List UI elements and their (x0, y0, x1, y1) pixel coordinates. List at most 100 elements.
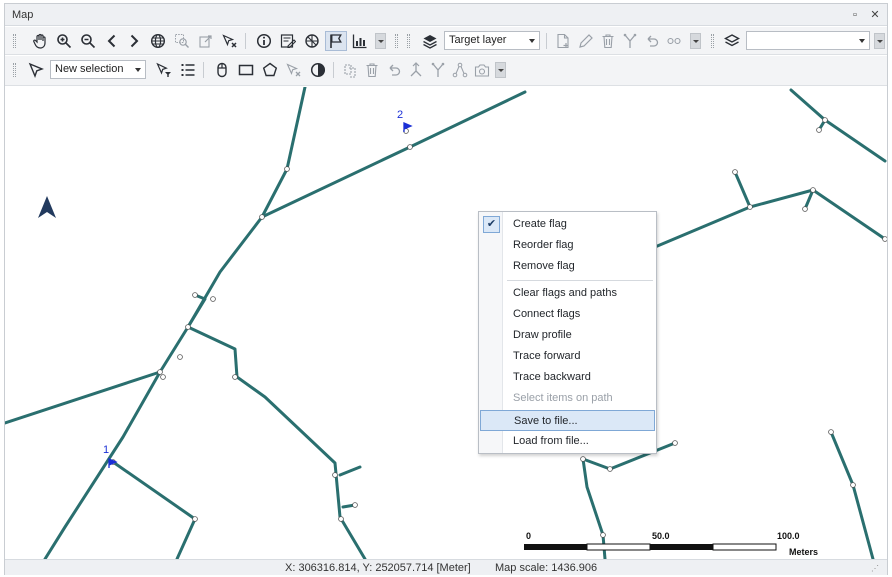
network-node[interactable] (232, 374, 238, 380)
network-node[interactable] (802, 206, 808, 212)
target-layer-select[interactable]: Target layer (444, 31, 540, 50)
network-segment[interactable] (733, 170, 752, 209)
back-icon[interactable] (101, 31, 123, 51)
selection-overflow-dropdown[interactable] (495, 62, 506, 78)
snapshot-icon[interactable] (471, 60, 493, 80)
new-feature-icon[interactable] (552, 31, 574, 51)
layers-icon[interactable] (419, 31, 441, 51)
delete-icon[interactable] (597, 31, 619, 51)
network-node[interactable] (882, 236, 887, 242)
layers-outline-icon[interactable] (721, 31, 743, 51)
zoom-in-icon[interactable] (53, 31, 75, 51)
layer-combo[interactable] (746, 31, 870, 50)
selection-mode-select[interactable]: New selection (50, 60, 146, 79)
vertices-icon[interactable] (663, 31, 685, 51)
network-node[interactable] (747, 204, 753, 210)
toolbar-overflow-dropdown[interactable] (375, 33, 386, 49)
zoom-selection-icon[interactable] (171, 31, 193, 51)
undo-icon[interactable] (641, 31, 663, 51)
delete-selection-icon[interactable] (361, 60, 383, 80)
network-node[interactable] (580, 456, 586, 462)
menu-item-load-from-file[interactable]: Load from file... (480, 431, 655, 452)
mouse-icon[interactable] (211, 60, 233, 80)
menu-item-clear-flags-and-paths[interactable]: Clear flags and paths (480, 283, 655, 304)
undo-selection-icon[interactable] (383, 60, 405, 80)
clear-selection-icon[interactable] (219, 31, 241, 51)
zoom-out-icon[interactable] (77, 31, 99, 51)
network-node[interactable] (828, 429, 834, 435)
flag-tool-icon[interactable] (325, 31, 347, 51)
network-node[interactable] (157, 369, 163, 375)
toolbar-grip[interactable] (395, 34, 398, 48)
select-by-filter-icon[interactable] (153, 60, 175, 80)
network-node[interactable] (810, 187, 816, 193)
topology-icon[interactable] (449, 60, 471, 80)
network-node[interactable] (352, 502, 358, 508)
edit-pencil-icon[interactable] (575, 31, 597, 51)
network-node[interactable] (192, 516, 198, 522)
info-icon[interactable] (253, 31, 275, 51)
map-canvas[interactable]: 0 50.0 100.0 Meters 1 2 (5, 87, 887, 559)
export-selection-icon[interactable] (195, 31, 217, 51)
menu-item-connect-flags[interactable]: Connect flags (480, 304, 655, 325)
network-segment[interactable] (43, 145, 412, 559)
network-node[interactable] (160, 374, 166, 380)
toolbar-grip[interactable] (407, 34, 410, 48)
network-node[interactable] (210, 296, 216, 302)
menu-item-remove-flag[interactable]: Remove flag (480, 256, 655, 277)
close-icon[interactable]: ✕ (867, 7, 883, 23)
network-node[interactable] (816, 127, 822, 133)
chart-icon[interactable] (349, 31, 371, 51)
menu-item-save-to-file[interactable]: Save to file... (480, 410, 655, 431)
copy-icon[interactable] (339, 60, 361, 80)
network-segment[interactable] (260, 87, 307, 219)
menu-item-reorder-flag[interactable]: Reorder flag (480, 235, 655, 256)
network-icon[interactable] (301, 31, 323, 51)
network-segment[interactable] (653, 188, 887, 249)
network-node[interactable] (607, 466, 613, 472)
map-scale-readout: Map scale: 1436.906 (495, 562, 598, 574)
network-node[interactable] (192, 292, 198, 298)
attributes-edit-icon[interactable] (277, 31, 299, 51)
network-node[interactable] (332, 472, 338, 478)
restore-icon[interactable]: ▫ (847, 7, 863, 23)
network-segment[interactable] (186, 325, 367, 559)
rectangle-select-icon[interactable] (235, 60, 257, 80)
network-segment[interactable] (789, 88, 887, 163)
network-segment[interactable] (829, 430, 875, 559)
network-node[interactable] (185, 324, 191, 330)
menu-item-draw-profile[interactable]: Draw profile (480, 325, 655, 346)
network-node[interactable] (177, 354, 183, 360)
network-node[interactable] (732, 169, 738, 175)
split-icon[interactable] (619, 31, 641, 51)
menu-item-create-flag[interactable]: ✔ Create flag (480, 214, 655, 235)
full-extent-globe-icon[interactable] (147, 31, 169, 51)
resize-grip-icon[interactable]: ⋰ (871, 564, 879, 573)
network-node[interactable] (259, 214, 265, 220)
network-segment[interactable] (111, 460, 197, 559)
merge-icon[interactable] (405, 60, 427, 80)
network-segment[interactable] (338, 465, 362, 477)
menu-item-trace-forward[interactable]: Trace forward (480, 346, 655, 367)
network-node[interactable] (672, 440, 678, 446)
split-selection-icon[interactable] (427, 60, 449, 80)
invert-selection-icon[interactable] (307, 60, 329, 80)
layer-overflow-dropdown[interactable] (874, 33, 885, 49)
network-node[interactable] (284, 166, 290, 172)
network-node[interactable] (338, 516, 344, 522)
pan-hand-icon[interactable] (29, 31, 51, 51)
select-arrow-icon[interactable] (25, 60, 47, 80)
polygon-select-icon[interactable] (259, 60, 281, 80)
toolbar-grip[interactable] (13, 63, 16, 77)
edit-tools-overflow-dropdown[interactable] (690, 33, 701, 49)
network-node[interactable] (822, 117, 828, 123)
forward-icon[interactable] (123, 31, 145, 51)
menu-item-trace-backward[interactable]: Trace backward (480, 367, 655, 388)
network-node[interactable] (407, 144, 413, 150)
network-node[interactable] (850, 482, 856, 488)
network-segment[interactable] (408, 90, 527, 149)
clear-select-icon[interactable] (283, 60, 305, 80)
list-icon[interactable] (177, 60, 199, 80)
toolbar-grip[interactable] (711, 34, 714, 48)
toolbar-grip[interactable] (13, 34, 16, 48)
